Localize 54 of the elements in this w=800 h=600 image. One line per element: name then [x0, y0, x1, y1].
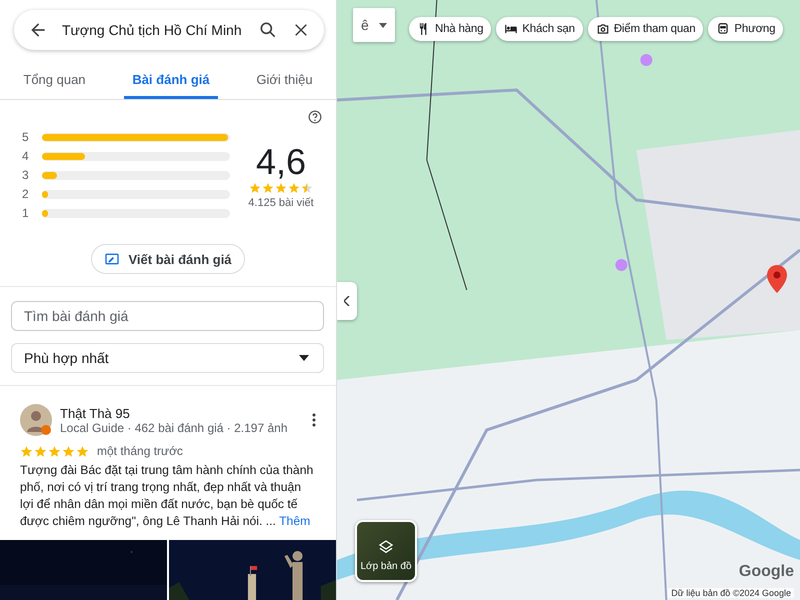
- review-search-field[interactable]: Tìm bài đánh giá: [11, 301, 324, 331]
- sort-dropdown[interactable]: Phù hợp nhất: [11, 343, 324, 373]
- star-level-label: 3: [22, 168, 30, 182]
- category-chip[interactable]: Phương: [708, 17, 784, 41]
- tab[interactable]: Bài đánh giá: [124, 66, 218, 99]
- sort-value: Phù hợp nhất: [24, 350, 109, 366]
- review-count: 4.125 bài viết: [248, 196, 314, 208]
- input-tool-button[interactable]: ê: [353, 8, 395, 42]
- search-field[interactable]: Tượng Chủ tịch Hồ Chí Minh: [14, 10, 324, 50]
- camera-icon: [596, 22, 610, 36]
- chevron-left-icon: [344, 296, 350, 306]
- caret-icon: [299, 355, 309, 361]
- edit-icon: [104, 251, 120, 267]
- star-icon: [76, 444, 89, 458]
- search-icon[interactable]: [258, 20, 278, 40]
- star-level-label: 5: [22, 130, 30, 144]
- map-attribution: Dữ liệu bản đồ ©2024 Google: [668, 588, 794, 598]
- bus-icon: [716, 22, 730, 36]
- average-rating: 4,6: [256, 142, 306, 182]
- star-level-label: 4: [22, 149, 30, 163]
- collapse-panel-button[interactable]: [337, 282, 357, 320]
- write-review-button[interactable]: Viết bài đánh giá: [91, 244, 245, 274]
- map-pin-icon[interactable]: [767, 265, 787, 293]
- star-icon: [20, 444, 33, 458]
- star-icon: [48, 444, 61, 458]
- star-icon: [249, 182, 261, 194]
- star-level-label: 1: [22, 206, 30, 220]
- tab[interactable]: Giới thiệu: [248, 66, 321, 99]
- star-level-label: 2: [22, 187, 30, 201]
- more-options-icon[interactable]: [312, 413, 316, 427]
- star-icon: [34, 444, 47, 458]
- help-icon[interactable]: [308, 110, 322, 124]
- tab[interactable]: Tổng quan: [15, 66, 94, 99]
- star-icon: [288, 182, 300, 194]
- search-text: Tượng Chủ tịch Hồ Chí Minh: [62, 22, 243, 38]
- caret-icon: [378, 22, 387, 28]
- reviewer-name[interactable]: Thật Thà 95: [60, 406, 304, 420]
- more-link[interactable]: Thêm: [279, 514, 310, 528]
- star-icon: [275, 182, 287, 194]
- review-text: Tượng đài Bác đặt tại trung tâm hành chính của thành phố, nơi có vị trí trang trọng nhất, đẹp nhất và thuận lợi để nhân dân mọi miền đất nước, bạn bè quốc tế được chiêm ngưỡng", ông Lê Thanh Hải nói. ... Thêm: [20, 462, 314, 530]
- avatar[interactable]: [20, 404, 52, 436]
- star-icon: [301, 182, 313, 194]
- star-icon: [262, 182, 274, 194]
- layers-button[interactable]: Lớp bản đồ: [355, 520, 417, 582]
- review-time: một tháng trước: [97, 444, 183, 458]
- category-chip[interactable]: Điểm tham quan: [588, 17, 704, 41]
- category-chip[interactable]: Khách sạn: [496, 17, 583, 41]
- category-chip[interactable]: Nhà hàng: [409, 17, 492, 41]
- layers-icon: [378, 539, 394, 555]
- star-icon: [62, 444, 75, 458]
- input-tool-label: ê: [361, 17, 369, 33]
- bed-icon: [504, 22, 518, 36]
- google-logo: Google: [738, 563, 794, 581]
- reviewer-meta: Local Guide · 462 bài đánh giá · 2.197 ảnh: [60, 420, 289, 434]
